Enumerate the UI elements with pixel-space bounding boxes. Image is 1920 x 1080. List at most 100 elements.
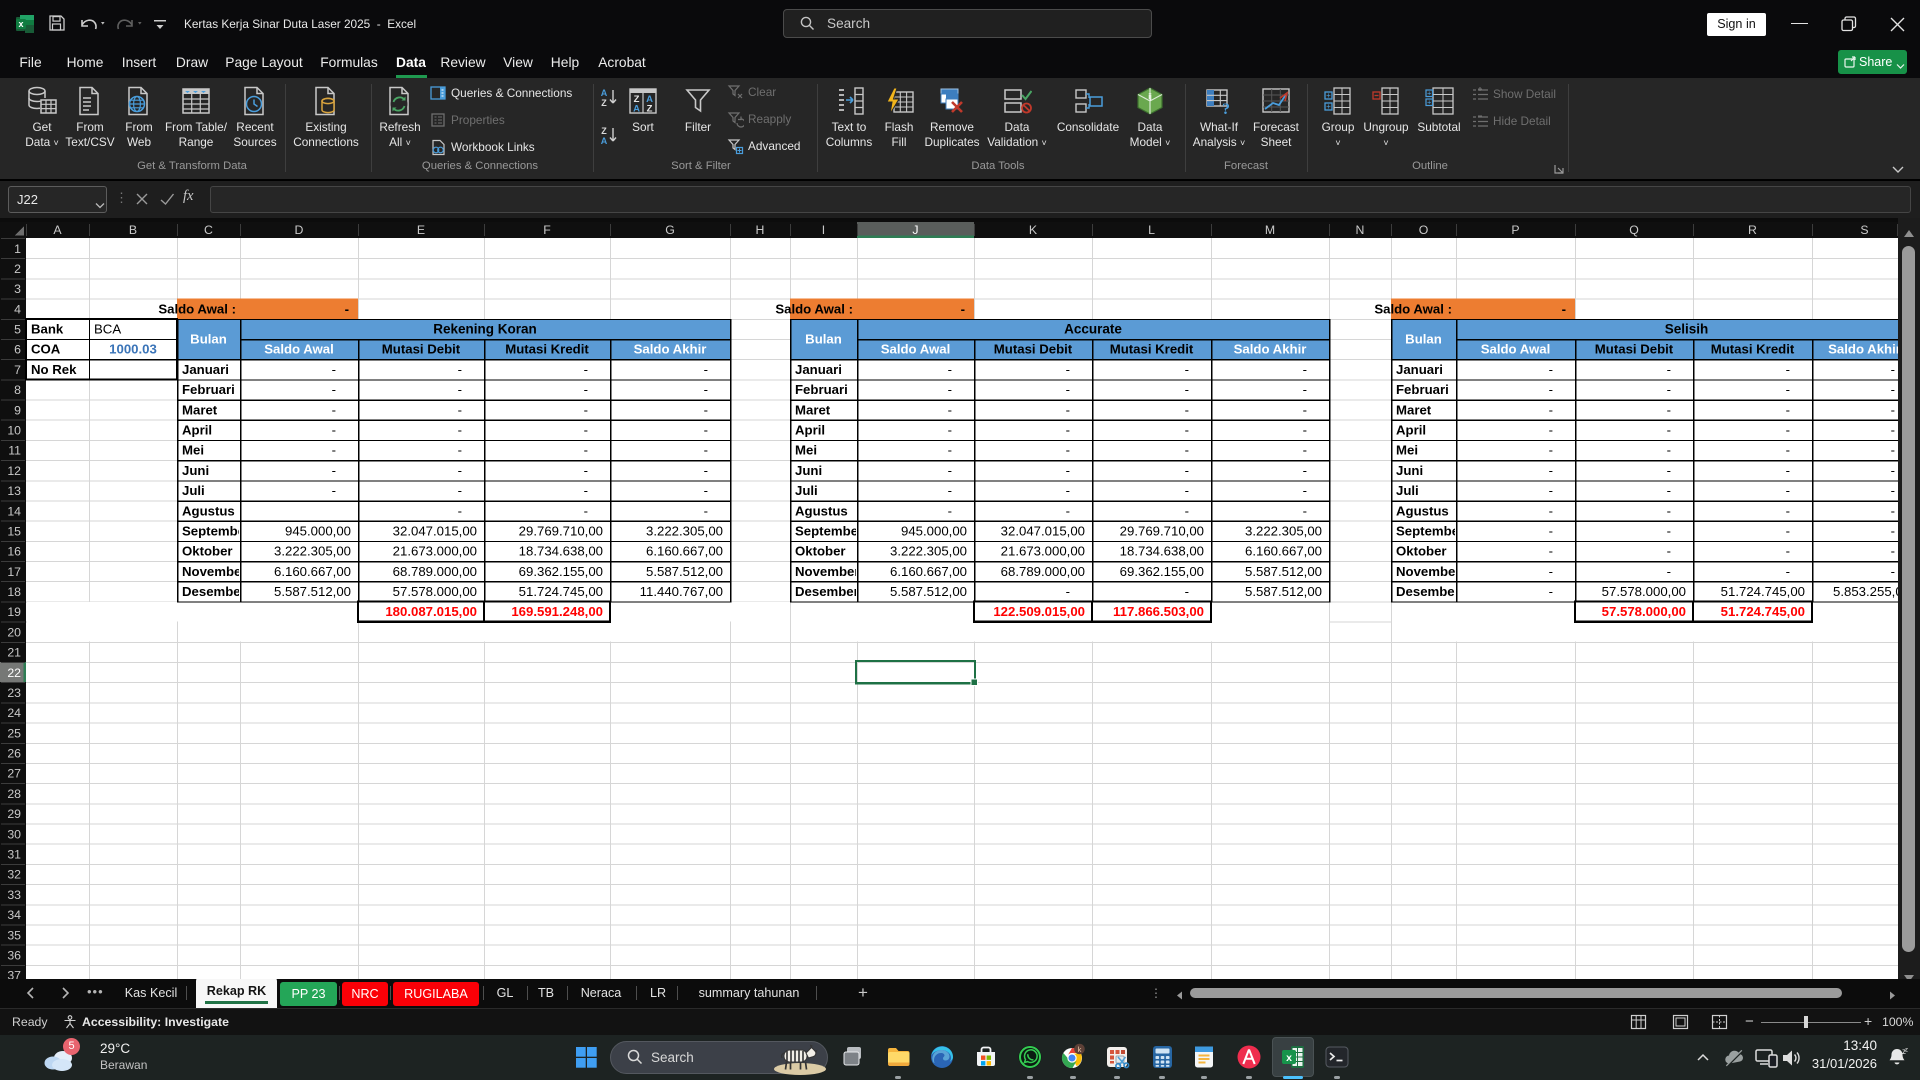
- svg-text:1: 1: [14, 242, 21, 256]
- svg-text:-: -: [1667, 382, 1671, 397]
- svg-text:Januari: Januari: [795, 362, 842, 377]
- svg-text:Bulan: Bulan: [1405, 332, 1442, 347]
- svg-text:32.047.015,00: 32.047.015,00: [1001, 524, 1085, 539]
- svg-text:6: 6: [14, 343, 21, 357]
- svg-text:-: -: [1185, 362, 1189, 377]
- svg-text:N: N: [1356, 223, 1365, 237]
- svg-text:23: 23: [7, 686, 21, 700]
- svg-text:Mutasi Debit: Mutasi Debit: [994, 342, 1073, 357]
- svg-text:32: 32: [7, 868, 21, 882]
- svg-text:15: 15: [7, 525, 21, 539]
- svg-text:68.789.000,00: 68.789.000,00: [1001, 564, 1085, 579]
- svg-text:-: -: [961, 301, 965, 316]
- svg-text:-: -: [1066, 362, 1070, 377]
- svg-text:-: -: [1562, 301, 1566, 316]
- svg-text:April: April: [182, 423, 212, 438]
- svg-text:21.673.000,00: 21.673.000,00: [1001, 544, 1085, 559]
- svg-text:16: 16: [7, 545, 21, 559]
- svg-text:-: -: [1891, 443, 1895, 458]
- svg-text:Rekening Koran: Rekening Koran: [433, 322, 537, 337]
- svg-text:-: -: [1185, 443, 1189, 458]
- svg-text:21: 21: [7, 646, 21, 660]
- svg-text:Juli: Juli: [795, 483, 818, 498]
- svg-text:3: 3: [14, 282, 21, 296]
- svg-text:169.591.248,00: 169.591.248,00: [511, 604, 603, 619]
- svg-text:-: -: [948, 423, 952, 438]
- svg-text:-: -: [1303, 402, 1307, 417]
- svg-text:C: C: [204, 223, 213, 237]
- svg-text:6.160.667,00: 6.160.667,00: [890, 564, 967, 579]
- svg-text:-: -: [1667, 524, 1671, 539]
- svg-text:18.734.638,00: 18.734.638,00: [519, 544, 603, 559]
- svg-text:Saldo Awal :: Saldo Awal :: [1374, 301, 1452, 316]
- svg-text:-: -: [332, 483, 336, 498]
- svg-text:-: -: [1066, 402, 1070, 417]
- svg-text:Oktober: Oktober: [795, 544, 846, 559]
- svg-text:Agustus: Agustus: [1396, 503, 1449, 518]
- svg-text:Maret: Maret: [1396, 402, 1432, 417]
- svg-text:-: -: [948, 362, 952, 377]
- svg-text:-: -: [332, 463, 336, 478]
- svg-text:-: -: [1891, 544, 1895, 559]
- svg-text:-: -: [1786, 382, 1790, 397]
- svg-text:Mutasi Kredit: Mutasi Kredit: [1110, 342, 1194, 357]
- svg-text:-: -: [458, 443, 462, 458]
- svg-text:Mei: Mei: [182, 443, 204, 458]
- svg-text:57.578.000,00: 57.578.000,00: [1602, 604, 1686, 619]
- svg-text:-: -: [458, 503, 462, 518]
- svg-text:-: -: [345, 301, 349, 316]
- svg-text:Juli: Juli: [182, 483, 205, 498]
- svg-text:-: -: [1891, 362, 1895, 377]
- svg-text:-: -: [704, 483, 708, 498]
- svg-text:-: -: [332, 443, 336, 458]
- svg-text:-: -: [1066, 382, 1070, 397]
- svg-text:?: ?: [1222, 101, 1230, 116]
- svg-text:-: -: [1786, 423, 1790, 438]
- svg-text:20: 20: [7, 625, 21, 639]
- svg-text:24: 24: [7, 706, 21, 720]
- svg-text:-: -: [704, 443, 708, 458]
- svg-text:-: -: [1185, 402, 1189, 417]
- svg-text:-: -: [1667, 362, 1671, 377]
- svg-text:Agustus: Agustus: [795, 503, 848, 518]
- svg-text:3.222.305,00: 3.222.305,00: [646, 524, 723, 539]
- svg-text:57.578.000,00: 57.578.000,00: [393, 584, 477, 599]
- svg-text:26: 26: [7, 747, 21, 761]
- svg-text:Saldo Akhir: Saldo Akhir: [1828, 342, 1898, 357]
- svg-text:-: -: [1303, 382, 1307, 397]
- svg-text:-: -: [458, 423, 462, 438]
- svg-text:17: 17: [7, 565, 21, 579]
- svg-text:Z: Z: [647, 104, 653, 115]
- svg-text:5.587.512,00: 5.587.512,00: [646, 564, 723, 579]
- svg-text:28: 28: [7, 787, 21, 801]
- svg-text:22: 22: [7, 666, 21, 680]
- svg-text:BCA: BCA: [94, 322, 121, 337]
- svg-text:-: -: [458, 483, 462, 498]
- svg-text:-: -: [1185, 584, 1189, 599]
- svg-text:-: -: [1303, 483, 1307, 498]
- svg-text:Januari: Januari: [182, 362, 229, 377]
- svg-text:Saldo Awal: Saldo Awal: [264, 342, 334, 357]
- svg-text:-: -: [1303, 443, 1307, 458]
- svg-text:-: -: [1891, 483, 1895, 498]
- svg-text:-: -: [1549, 483, 1553, 498]
- svg-text:z: z: [1905, 1048, 1908, 1054]
- svg-text:-: -: [1549, 584, 1553, 599]
- svg-text:-: -: [1786, 483, 1790, 498]
- svg-text:Agustus: Agustus: [182, 503, 235, 518]
- svg-text:ij: ij: [1148, 92, 1152, 101]
- svg-text:-: -: [1066, 463, 1070, 478]
- svg-text:-: -: [584, 362, 588, 377]
- svg-text:-: -: [1786, 564, 1790, 579]
- svg-text:18.734.638,00: 18.734.638,00: [1120, 544, 1204, 559]
- svg-text:-: -: [1066, 483, 1070, 498]
- svg-text:Desember: Desember: [795, 584, 859, 599]
- svg-text:31: 31: [7, 848, 21, 862]
- svg-text:-: -: [704, 423, 708, 438]
- svg-text:-: -: [1786, 463, 1790, 478]
- svg-text:+: +: [1427, 98, 1432, 107]
- svg-text:x: x: [1286, 1052, 1292, 1064]
- svg-text:Saldo Awal :: Saldo Awal :: [158, 301, 236, 316]
- svg-text:-: -: [584, 503, 588, 518]
- svg-text:Desember: Desember: [182, 584, 246, 599]
